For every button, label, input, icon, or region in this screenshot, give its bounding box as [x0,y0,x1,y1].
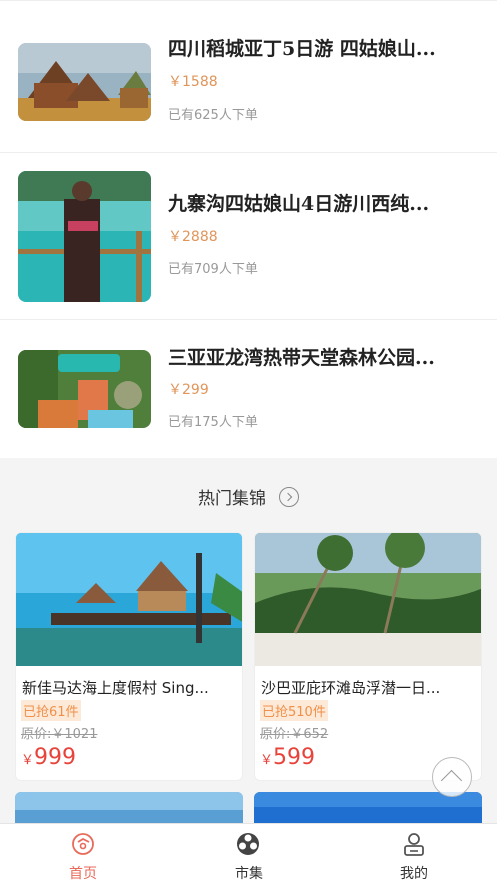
product-list: 四川稻城亚丁5日游 四姑娘山... ￥1588 已有625人下单 九寨沟四姑娘山… [0,0,497,458]
price-value: 999 [34,745,77,770]
tab-label: 市集 [235,866,263,882]
product-title: 四川稻城亚丁5日游 四姑娘山... [168,38,436,60]
list-item[interactable]: 九寨沟四姑娘山4日游川西纯... ￥2888 已有709人下单 [0,152,497,304]
tab-bar: 首页 市集 我的 [0,823,497,883]
price-value: 599 [273,745,316,770]
currency-symbol: ￥ [21,753,35,768]
original-price: 原价:￥1021 [21,727,98,742]
product-price: ￥299 [168,382,209,398]
original-price: 原价:￥652 [260,727,329,742]
product-thumbnail [18,43,151,121]
market-icon [237,833,259,855]
sold-badge: 已抢61件 [21,700,81,721]
product-thumbnail [18,171,151,302]
tab-market[interactable]: 市集 [166,824,332,883]
section-title: 热门集锦 [197,489,266,509]
card-title: 新佳马达海上度假村 Sing... [22,679,209,697]
profile-icon [404,833,424,856]
sold-count: 已有709人下单 [168,262,258,277]
section-header[interactable]: 热门集锦 [0,484,497,509]
product-price: ￥1588 [168,74,218,90]
home-icon [72,833,94,855]
product-image [16,533,242,666]
chevron-right-icon[interactable] [279,486,300,507]
product-price: ￥2888 [168,229,218,245]
back-to-top-button[interactable] [432,757,472,797]
sale-price: ￥599 [260,745,315,770]
product-thumbnail [18,350,151,428]
tab-profile[interactable]: 我的 [331,824,497,883]
tab-label: 首页 [69,866,97,882]
list-item[interactable]: 三亚亚龙湾热带天堂森林公园... ￥299 已有175人下单 [0,320,497,472]
tab-label: 我的 [400,866,428,882]
card-title: 沙巴亚庇环滩岛浮潜一日... [261,679,441,697]
product-card[interactable]: 新佳马达海上度假村 Sing... 已抢61件 原价:￥1021 ￥999 [15,532,243,781]
product-card[interactable]: 沙巴亚庇环滩岛浮潜一日... 已抢510件 原价:￥652 ￥599 [254,532,482,781]
product-title: 九寨沟四姑娘山4日游川西纯... [168,193,430,215]
list-item[interactable]: 四川稻城亚丁5日游 四姑娘山... ￥1588 已有625人下单 [0,0,497,152]
product-image [255,533,481,666]
sale-price: ￥999 [21,745,76,770]
sold-count: 已有625人下单 [168,108,258,123]
sold-count: 已有175人下单 [168,415,258,430]
page: 四川稻城亚丁5日游 四姑娘山... ￥1588 已有625人下单 九寨沟四姑娘山… [0,0,497,883]
currency-symbol: ￥ [260,753,274,768]
sold-badge: 已抢510件 [260,700,328,721]
tab-home[interactable]: 首页 [0,824,166,883]
product-title: 三亚亚龙湾热带天堂森林公园... [168,347,435,369]
